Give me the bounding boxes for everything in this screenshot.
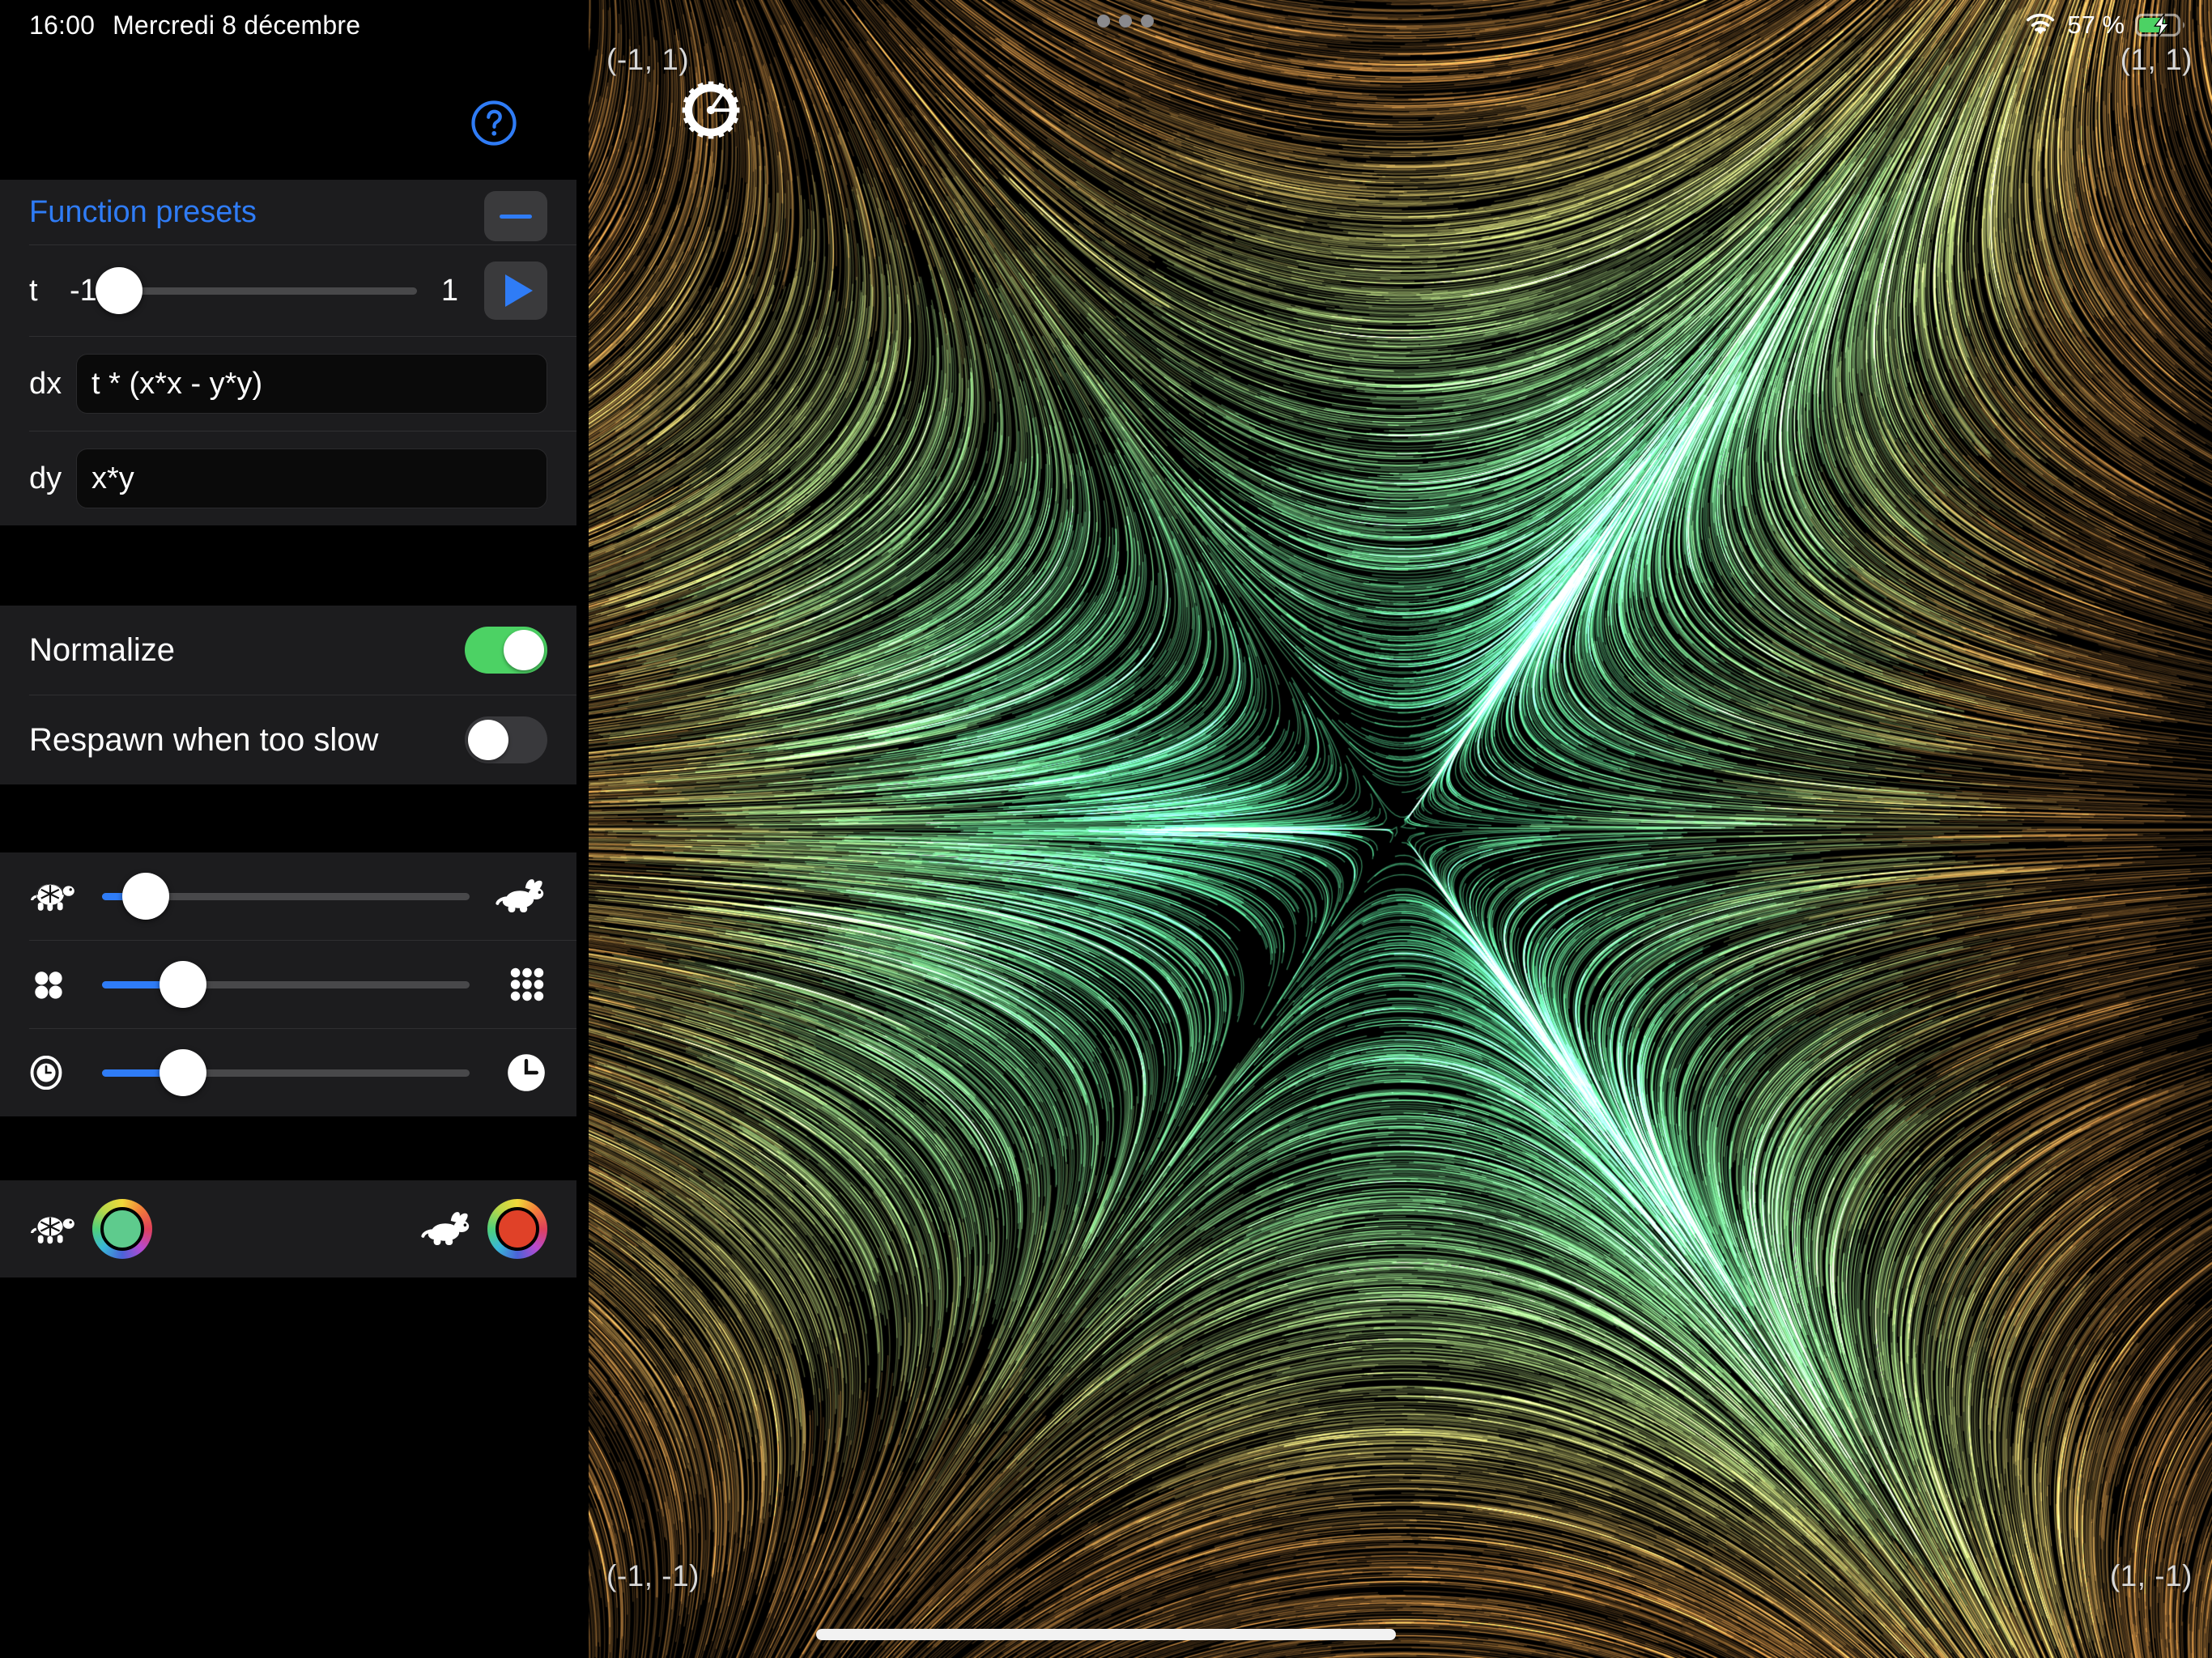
collapse-presets-button[interactable]	[484, 191, 547, 241]
color-mapping-card	[0, 1180, 576, 1278]
function-presets-card: Function presets t -1 1 dx t * (x*x - y*…	[0, 180, 576, 525]
normalize-row[interactable]: Normalize	[0, 606, 576, 695]
question-mark-circle-icon[interactable]	[470, 99, 518, 147]
vector-field-canvas-area[interactable]: (-1, 1) (1, 1) (-1, -1) (1, -1)	[589, 0, 2212, 1658]
dy-label: dy	[29, 461, 62, 495]
fast-color-swatch[interactable]	[487, 1199, 547, 1259]
slow-color-swatch[interactable]	[92, 1199, 152, 1259]
hare-icon	[421, 1211, 473, 1247]
gear-icon[interactable]	[682, 81, 740, 139]
function-presets-header: Function presets	[0, 180, 576, 244]
vector-field-canvas[interactable]	[589, 0, 2212, 1658]
minus-icon	[500, 214, 532, 219]
four-dots-icon	[29, 966, 89, 1003]
small-clock-icon	[29, 1056, 89, 1090]
corner-label-top-left: (-1, 1)	[606, 43, 690, 76]
respawn-toggle[interactable]	[465, 716, 547, 763]
large-clock-icon	[487, 1052, 547, 1094]
trail-length-slider[interactable]	[102, 1048, 470, 1097]
density-slider[interactable]	[102, 960, 470, 1009]
control-sidebar: Function presets t -1 1 dx t * (x*x - y*…	[0, 0, 576, 1658]
t-parameter-row: t -1 1	[0, 245, 576, 336]
dx-label: dx	[29, 366, 62, 401]
app-root: (-1, 1) (1, 1) (-1, -1) (1, -1) 16:00 Me…	[0, 0, 2212, 1658]
dy-field-row: dy x*y	[0, 432, 576, 525]
corner-label-bottom-right: (1, -1)	[2109, 1559, 2193, 1592]
density-slider-track[interactable]	[102, 961, 470, 1008]
function-presets-title: Function presets	[29, 194, 257, 229]
t-parameter-label: t	[29, 273, 38, 308]
speed-slider-thumb[interactable]	[122, 873, 170, 920]
dx-field-row: dx t * (x*x - y*y)	[0, 337, 576, 431]
corner-label-bottom-left: (-1, -1)	[606, 1559, 700, 1592]
trail-length-slider-row	[0, 1029, 576, 1116]
home-indicator-bar[interactable]	[816, 1629, 1396, 1640]
speed-slider[interactable]	[102, 872, 470, 920]
t-slider-track[interactable]	[96, 267, 417, 314]
normalize-label: Normalize	[29, 631, 176, 668]
t-slider-thumb[interactable]	[96, 267, 143, 314]
t-slider-max-label: 1	[440, 273, 458, 308]
dy-input[interactable]: x*y	[76, 449, 547, 508]
tortoise-icon	[29, 1212, 78, 1246]
normalize-toggle[interactable]	[465, 627, 547, 674]
density-slider-row	[0, 941, 576, 1028]
trail-length-slider-thumb[interactable]	[159, 1049, 206, 1096]
options-card: Normalize Respawn when too slow	[0, 606, 576, 784]
play-triangle-icon	[505, 274, 533, 307]
speed-slider-row	[0, 852, 576, 940]
hare-icon	[487, 878, 547, 914]
slow-color-group	[29, 1199, 152, 1259]
speed-slider-track[interactable]	[102, 873, 470, 920]
t-slider-min-label: -1	[70, 273, 97, 308]
t-slider[interactable]	[96, 266, 417, 315]
nine-dots-icon	[487, 964, 547, 1005]
color-row	[0, 1180, 576, 1278]
respawn-row[interactable]: Respawn when too slow	[0, 695, 576, 784]
corner-label-top-right: (1, 1)	[2120, 43, 2193, 76]
animate-t-play-button[interactable]	[484, 261, 547, 320]
density-slider-thumb[interactable]	[159, 961, 206, 1008]
tortoise-icon	[29, 879, 89, 913]
fast-color-group	[421, 1199, 547, 1259]
trail-length-slider-track[interactable]	[102, 1049, 470, 1096]
dx-input[interactable]: t * (x*x - y*y)	[76, 354, 547, 414]
respawn-label: Respawn when too slow	[29, 721, 379, 758]
parameter-sliders-card	[0, 852, 576, 1116]
